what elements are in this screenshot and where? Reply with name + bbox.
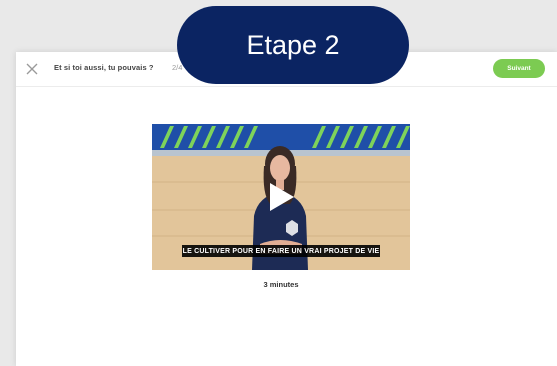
step-counter: 2/4: [172, 63, 183, 72]
video-duration: 3 minutes: [263, 280, 299, 289]
close-icon: [26, 63, 38, 75]
close-button[interactable]: [24, 61, 40, 77]
play-button[interactable]: [266, 181, 296, 213]
play-icon: [270, 183, 294, 211]
step-badge: Etape 2: [177, 6, 409, 84]
video-caption: LE CULTIVER POUR EN FAIRE UN VRAI PROJET…: [182, 245, 380, 257]
lesson-title: Et si toi aussi, tu pouvais ?: [54, 63, 154, 72]
video-player[interactable]: LE CULTIVER POUR EN FAIRE UN VRAI PROJET…: [152, 124, 410, 270]
next-button[interactable]: Suivant: [493, 59, 545, 78]
